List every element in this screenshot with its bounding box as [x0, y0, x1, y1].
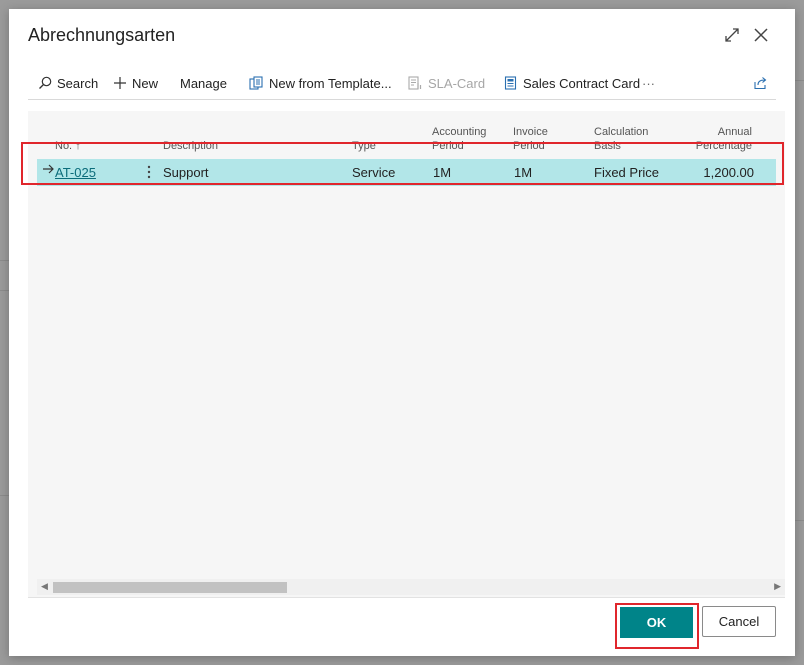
row-description: Support [163, 165, 209, 180]
background-divider [0, 290, 9, 291]
search-action[interactable]: Search [38, 73, 98, 93]
sales-contract-card-label: Sales Contract Card [523, 75, 641, 91]
scrollbar-thumb[interactable] [53, 582, 287, 593]
background-divider [795, 80, 804, 81]
row-annual-percentage: 1,200.00 [703, 165, 754, 180]
manage-action[interactable]: Manage [180, 73, 227, 93]
new-action[interactable]: New [113, 73, 158, 93]
invoice-period-line2: Period [513, 140, 545, 152]
close-button[interactable] [749, 23, 773, 47]
horizontal-scrollbar[interactable]: ◀ ▶ [37, 579, 785, 595]
sort-ascending-icon: ↑ [75, 140, 81, 152]
row-selected-arrow-icon [42, 163, 55, 178]
template-icon [249, 76, 263, 90]
abrechnungsarten-dialog: Abrechnungsarten Search New Manage New f… [9, 9, 795, 656]
row-invoice-period: 1M [514, 165, 533, 180]
column-header-invoice-period[interactable]: Invoice Period [513, 125, 548, 153]
expand-icon [725, 28, 739, 42]
column-header-description[interactable]: Description [163, 139, 218, 153]
more-actions-button[interactable]: ··· [642, 73, 655, 93]
row-type: Service [352, 165, 396, 180]
column-header-calculation-basis[interactable]: Calculation Basis [594, 125, 648, 153]
sla-card-icon [408, 76, 422, 90]
calculation-basis-line1: Calculation [594, 126, 649, 138]
search-icon [39, 76, 52, 89]
share-button[interactable] [753, 73, 768, 93]
scroll-right-icon[interactable]: ▶ [774, 581, 781, 592]
more-label: ··· [642, 75, 655, 91]
background-divider [795, 520, 804, 521]
scroll-left-icon[interactable]: ◀ [41, 581, 48, 592]
table-row[interactable]: AT-025 Support Service 1M 1M Fixed Price… [37, 159, 776, 186]
column-header-accounting-period[interactable]: Accounting Period [432, 125, 486, 153]
action-toolbar: Search New Manage New from Template... S… [28, 69, 776, 100]
sla-card-label: SLA-Card [428, 75, 486, 91]
new-label: New [132, 75, 159, 91]
row-no-link[interactable]: AT-025 [55, 165, 96, 180]
plus-icon [114, 77, 126, 89]
annual-percentage-line2: Percentage [695, 140, 752, 152]
column-header-annual-percentage[interactable]: Annual Percentage [688, 125, 752, 153]
new-from-template-action[interactable]: New from Template... [249, 73, 392, 93]
ok-button[interactable]: OK [620, 607, 693, 638]
list-grid: No. ↑ Description Type Accounting Period… [28, 111, 785, 597]
footer-divider [28, 597, 785, 598]
contract-card-icon [504, 76, 517, 90]
column-header-type[interactable]: Type [352, 139, 376, 153]
background-divider [0, 260, 9, 261]
sales-contract-card-action[interactable]: Sales Contract Card [504, 73, 640, 93]
sla-card-action[interactable]: SLA-Card [408, 73, 485, 93]
search-label: Search [57, 75, 99, 91]
new-from-template-label: New from Template... [269, 75, 392, 91]
row-accounting-period: 1M [433, 165, 452, 180]
expand-button[interactable] [720, 23, 744, 47]
invoice-period-line1: Invoice [513, 126, 548, 138]
dialog-title: Abrechnungsarten [28, 25, 176, 45]
accounting-period-line1: Accounting [432, 126, 487, 138]
row-actions-button[interactable] [142, 162, 156, 182]
row-calculation-basis: Fixed Price [594, 165, 660, 180]
manage-label: Manage [180, 75, 227, 91]
background-divider [0, 495, 9, 496]
annual-percentage-line1: Annual [717, 126, 752, 138]
share-icon [754, 77, 767, 90]
vertical-ellipsis-icon [147, 165, 151, 179]
calculation-basis-line2: Basis [594, 140, 621, 152]
accounting-period-line2: Period [432, 140, 464, 152]
cancel-button[interactable]: Cancel [702, 606, 776, 637]
column-header-no[interactable]: No. ↑ [55, 139, 81, 153]
close-icon [754, 28, 768, 42]
column-header-no-label: No. [55, 140, 73, 152]
